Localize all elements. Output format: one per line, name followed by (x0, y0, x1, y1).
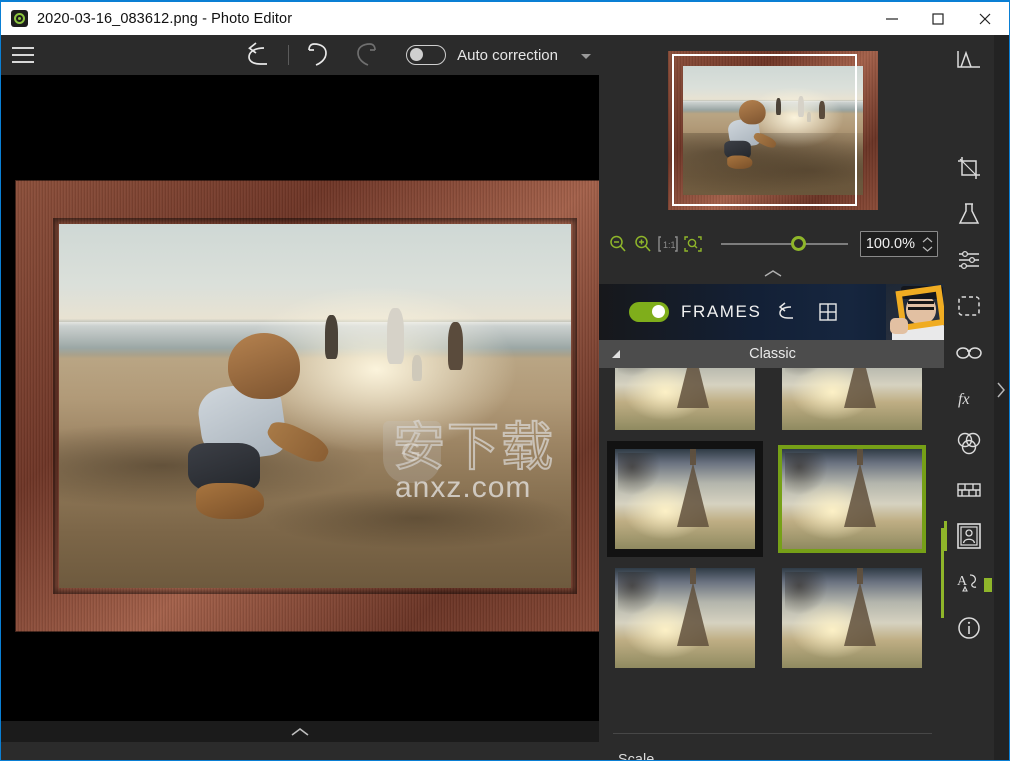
zoom-stepper-arrows[interactable] (921, 232, 937, 256)
stepper-down-icon[interactable] (922, 246, 933, 252)
frames-category-bar[interactable]: Classic (599, 340, 946, 368)
history-controls (235, 35, 388, 75)
redo-icon[interactable] (342, 35, 388, 75)
sidebar-item-selection[interactable] (944, 283, 994, 329)
zoom-out-icon[interactable] (607, 233, 629, 255)
man-holding-frame-photo (886, 284, 946, 340)
background-figure (412, 355, 423, 382)
zoom-slider[interactable] (721, 233, 848, 255)
chevron-down-icon[interactable] (581, 53, 591, 59)
main-toolbar: Auto correction (1, 35, 599, 75)
zoom-level-value: 100.0% (865, 236, 915, 252)
photo-image (59, 224, 571, 588)
sidebar-item-frames[interactable] (944, 513, 994, 559)
sidebar-item-texture[interactable] (944, 467, 994, 513)
frame-thumbnail-red-wood[interactable] (778, 445, 926, 553)
scale-label: Scale (618, 752, 655, 761)
framed-photo[interactable] (15, 180, 599, 632)
frames-category-name: Classic (749, 346, 796, 362)
zoom-slider-knob[interactable] (790, 236, 806, 251)
fit-to-screen-icon[interactable] (682, 233, 704, 255)
minimize-icon[interactable] (869, 2, 915, 35)
navigator-collapse-handle[interactable] (599, 262, 946, 284)
frames-panel-header: FRAMES (599, 284, 946, 340)
zoom-toolbar: 1:1 100.0% (599, 226, 946, 262)
navigator-thumbnail[interactable] (668, 51, 878, 210)
frame-thumbnail-white[interactable] (611, 564, 759, 672)
navigator-photo (682, 66, 863, 195)
toolbar-divider (288, 45, 290, 65)
chevron-right-icon[interactable] (995, 380, 1007, 400)
frames-enable-toggle[interactable] (629, 302, 669, 322)
background-figure (448, 322, 464, 371)
auto-correction-toggle[interactable] (406, 45, 447, 65)
auto-correction-label: Auto correction (457, 46, 558, 64)
sidebar-item-color[interactable] (944, 421, 994, 467)
zoom-level-stepper[interactable]: 100.0% (860, 231, 938, 257)
svg-text:A: A (957, 574, 968, 589)
hamburger-menu-icon[interactable] (12, 47, 34, 63)
frames-thumbnail-list[interactable] (599, 368, 946, 738)
stepper-up-icon[interactable] (922, 236, 933, 243)
svg-text:1:1: 1:1 (663, 240, 676, 250)
child-subject (182, 333, 342, 533)
zoom-in-icon[interactable] (632, 233, 654, 255)
frame-thumbnail-black[interactable] (778, 564, 926, 672)
frame-thumbnail-dark-gray[interactable] (611, 445, 759, 553)
undo-icon[interactable] (296, 35, 342, 75)
window-controls (869, 2, 1009, 35)
sidebar-item-histogram[interactable] (944, 37, 994, 83)
photo-editor-window: 2020-03-16_083612.png - Photo Editor Aut… (0, 0, 1010, 761)
auto-correction-control[interactable]: Auto correction (406, 45, 591, 65)
frame-thumbnail-dark-brown[interactable] (778, 368, 926, 434)
frames-grid (611, 368, 934, 672)
one-to-one-icon[interactable]: 1:1 (657, 233, 679, 255)
svg-text:fx: fx (958, 391, 970, 408)
grid-view-icon[interactable] (811, 295, 845, 329)
tools-sidebar: fx A (944, 35, 1009, 760)
background-figure (386, 307, 404, 364)
navigator-preview[interactable] (599, 35, 946, 226)
frame-scale-control: Scale 100 % (599, 738, 946, 761)
sidebar-item-crop[interactable] (944, 145, 994, 191)
sidebar-item-retouch[interactable] (944, 329, 994, 375)
maximize-icon[interactable] (915, 2, 961, 35)
reset-all-icon[interactable] (235, 35, 281, 75)
active-tool-indicator (984, 578, 992, 592)
title-bar: 2020-03-16_083612.png - Photo Editor (1, 2, 1009, 35)
canvas-collapse-handle[interactable] (1, 721, 599, 742)
canvas-area[interactable]: 安下载 anxz.com (1, 75, 599, 742)
panel-divider (613, 733, 932, 734)
sidebar-item-effects[interactable] (944, 191, 994, 237)
close-icon[interactable] (961, 2, 1009, 35)
sidebar-item-info[interactable] (944, 605, 994, 651)
sidebar-item-fx[interactable]: fx (944, 375, 994, 421)
frames-panel-title: FRAMES (681, 302, 762, 321)
window-title: 2020-03-16_083612.png - Photo Editor (37, 10, 293, 27)
reset-icon[interactable] (769, 295, 803, 329)
sidebar-item-adjustments[interactable] (944, 237, 994, 283)
right-panel: 1:1 100.0% FRAMES Classic Scale (599, 35, 946, 760)
app-logo-icon (11, 10, 28, 27)
frame-thumbnail-beige-classic[interactable] (611, 368, 759, 434)
